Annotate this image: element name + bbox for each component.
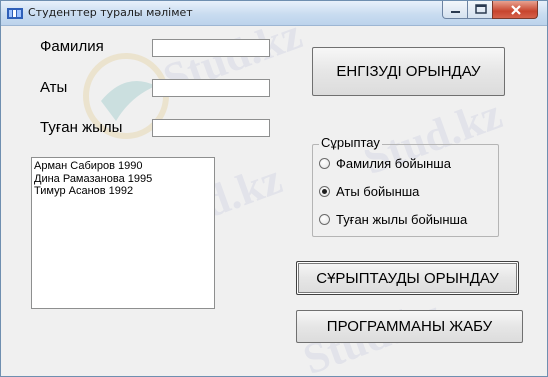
radio-icon[interactable] [319,213,330,225]
student-listbox[interactable]: Арман Сабиров 1990 Дина Рамазанова 1995 … [31,157,215,309]
birth-year-input[interactable] [152,119,270,137]
close-program-button[interactable]: ПРОГРАММАНЫ ЖАБУ [296,310,523,343]
radio-label: Фамилия бойынша [336,155,451,171]
surname-input[interactable] [152,39,270,57]
radio-icon[interactable] [319,157,330,169]
name-input[interactable] [152,79,270,97]
surname-label: Фамилия [40,38,104,55]
birth-year-label: Туған жылы [40,119,123,136]
maximize-button[interactable] [467,1,493,19]
window-title: Студенттер туралы мәлімет [28,6,193,19]
minimize-icon [451,11,460,13]
enter-button[interactable]: ЕНГІЗУДІ ОРЫНДАУ [312,47,505,96]
radio-sort-name[interactable]: Аты бойынша [319,183,419,199]
radio-sort-surname[interactable]: Фамилия бойынша [319,155,451,171]
list-item[interactable]: Тимур Асанов 1992 [34,185,212,198]
main-window: Stud.kz Stud.kz Stud.kz Stud.kz Студентт… [0,0,548,377]
app-icon [7,8,23,19]
close-button[interactable] [492,1,538,19]
sort-group-title: Сұрыптау [319,135,382,150]
maximize-icon [475,4,487,14]
radio-sort-birth-year[interactable]: Туған жылы бойынша [319,211,467,227]
radio-label: Аты бойынша [336,183,420,199]
list-item[interactable]: Дина Рамазанова 1995 [34,173,212,186]
radio-label: Туған жылы бойынша [336,211,468,227]
close-icon [511,5,521,15]
minimize-button[interactable] [442,1,468,19]
list-item[interactable]: Арман Сабиров 1990 [34,160,212,173]
title-bar[interactable]: Студенттер туралы мәлімет [1,1,547,26]
radio-selected-icon[interactable] [319,185,330,197]
sort-button[interactable]: СҰРЫПТАУДЫ ОРЫНДАУ [296,261,519,295]
name-label: Аты [40,79,68,96]
